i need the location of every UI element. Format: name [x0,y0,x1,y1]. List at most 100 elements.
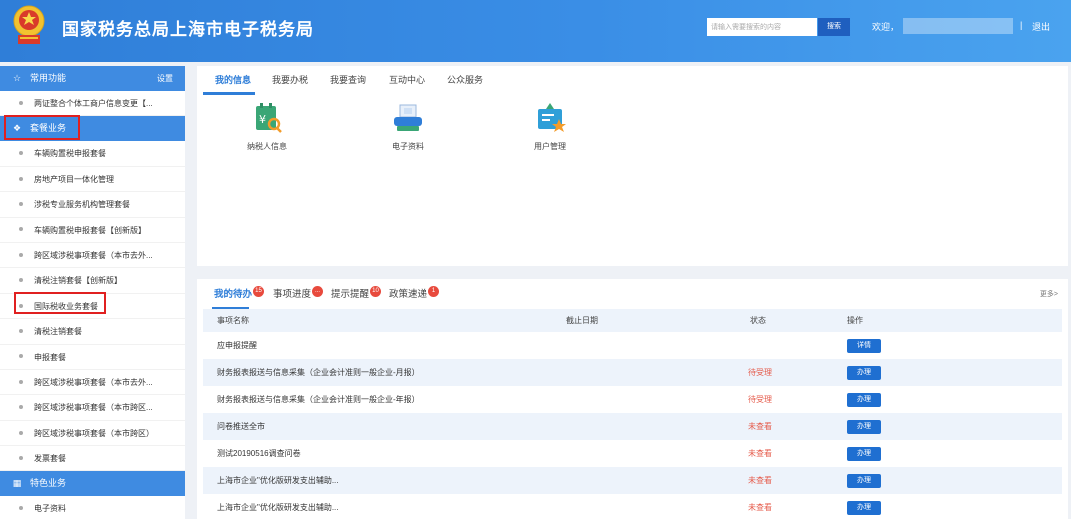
item-name: 上海市企业"优化版研发支出辅助... [217,503,339,512]
table-row: 测试20190516调查问卷 未查看 办理 [203,440,1062,467]
my-info-panel: 我的信息 我要办税 我要查询 互动中心 公众服务 ¥ 纳税人信息 电子资料 用户… [197,66,1068,266]
shortcut-user-management[interactable]: 用户管理 [510,103,590,152]
tab-policy[interactable]: 政策速递 1 [389,283,440,307]
table-row: 应申报提醒 详情 [203,332,1062,359]
shortcut-label: 纳税人信息 [247,142,287,151]
tab-label: 提示提醒 [331,289,370,300]
highlight-box-package [4,115,80,140]
item-status: 未查看 [748,476,772,485]
sidebar-item[interactable]: 申报套餐 [0,345,185,370]
bullet-icon [19,202,23,207]
handle-button[interactable]: 办理 [847,420,881,434]
tab-label: 事项进度 [273,289,312,300]
tab-reminders[interactable]: 提示提醒 10 [331,283,382,307]
sidebar-item-label: 跨区域涉税事项套餐（本市跨区） [34,428,154,438]
sidebar-item-label: 电子资料 [34,504,66,514]
active-tab-indicator [203,92,255,95]
item-name: 财务报表报送与信息采集（企业会计准则一般企业-月报） [217,368,420,377]
sidebar-group-label: 常用功能 [30,73,67,83]
user-management-icon [538,103,566,132]
item-status: 未查看 [748,422,772,431]
tab-tax-handling[interactable]: 我要办税 [272,66,308,95]
handle-button[interactable]: 办理 [847,501,881,515]
sidebar-group-featured[interactable]: ▦ 特色业务 [0,471,185,497]
bullet-icon [19,151,23,156]
sidebar-item[interactable]: 两证整合个体工商户信息变更【... [0,91,185,117]
bullet-icon [19,430,23,435]
sidebar-item-label: 跨区域涉税事项套餐（本市去外... [34,250,153,260]
item-name: 上海市企业"优化版研发支出辅助... [217,476,339,485]
bullet-icon [19,100,23,105]
count-badge: ... [312,286,324,297]
tab-my-info[interactable]: 我的信息 [215,66,251,95]
sidebar-item-label: 申报套餐 [34,352,66,362]
bullet-icon [19,379,23,384]
tab-my-todo[interactable]: 我的待办 15 [214,283,265,307]
item-name: 问卷推送全市 [217,422,265,431]
table-row: 财务报表报送与信息采集（企业会计准则一般企业-年报） 待受理 办理 [203,386,1062,413]
sidebar-item-label: 车辆购置税申报套餐 [34,149,106,159]
bullet-icon [19,405,23,410]
handle-button[interactable]: 办理 [847,393,881,407]
sidebar-item[interactable]: 房地产项目一体化管理 [0,167,185,193]
sidebar-item-label: 跨区域涉税事项套餐（本市去外... [34,377,153,387]
more-link[interactable]: 更多> [1040,289,1058,299]
handle-button[interactable]: 办理 [847,366,881,380]
bullet-icon [19,227,23,232]
search-input[interactable] [707,18,817,36]
sidebar-item[interactable]: 车辆购置税申报套餐 [0,141,185,167]
site-title: 国家税务总局上海市电子税务局 [62,20,314,39]
bullet-icon [19,455,23,460]
column-header: 操作 [847,316,863,325]
handle-button[interactable]: 办理 [847,447,881,461]
sidebar-item[interactable]: 跨区域涉税事项套餐（本市去外... [0,370,185,396]
sidebar-group-common[interactable]: ☆ 常用功能 设置 [0,66,185,91]
sidebar-item-label: 涉税专业服务机构管理套餐 [34,200,130,210]
tab-label: 政策速递 [389,289,428,300]
shortcut-taxpayer-info[interactable]: ¥ 纳税人信息 [227,103,307,152]
svg-text:¥: ¥ [259,113,266,126]
table-row: 上海市企业"优化版研发支出辅助... 未查看 办理 [203,467,1062,494]
electronic-docs-icon [394,104,422,131]
sidebar-item[interactable]: 涉税专业服务机构管理套餐 [0,192,185,218]
sidebar-item-label: 发票套餐 [34,454,66,464]
shortcut-electronic-docs[interactable]: 电子资料 [368,103,448,152]
sidebar-item[interactable]: 清税注销套餐【创新版】 [0,268,185,294]
tab-public-service[interactable]: 公众服务 [447,66,483,95]
welcome-text: 欢迎， [872,22,900,32]
item-name: 测试20190516调查问卷 [217,449,301,458]
sidebar-item[interactable]: 发票套餐 [0,446,185,472]
tab-interaction[interactable]: 互动中心 [389,66,425,95]
item-name: 应申报提醒 [217,341,257,350]
item-name: 财务报表报送与信息采集（企业会计准则一般企业-年报） [217,395,420,404]
tax-emblem-icon [13,5,45,44]
sidebar-item[interactable]: 车辆购置税申报套餐【创新版】 [0,218,185,243]
column-header: 状态 [750,316,766,325]
count-badge: 15 [253,286,265,297]
table-row: 问卷推送全市 未查看 办理 [203,413,1062,440]
tab-progress[interactable]: 事项进度... [273,283,324,307]
sidebar-item[interactable]: 跨区域涉税事项套餐（本市去外... [0,243,185,269]
item-status: 待受理 [748,368,772,377]
handle-button[interactable]: 办理 [847,474,881,488]
sidebar-item-label: 车辆购置税申报套餐【创新版】 [34,225,146,235]
shortcut-label: 电子资料 [392,142,424,151]
grid-icon: ▦ [12,478,22,489]
logout-link[interactable]: 退出 [1032,20,1050,33]
bullet-icon [19,252,23,257]
count-badge: 1 [428,286,440,297]
count-badge: 10 [370,286,382,297]
sidebar-item-label: 清税注销套餐【创新版】 [34,276,122,286]
details-button[interactable]: 详情 [847,339,881,353]
tab-query[interactable]: 我要查询 [330,66,366,95]
sidebar-item[interactable]: 电子资料 [0,496,185,519]
sidebar-item[interactable]: 跨区域涉税事项套餐（本市跨区... [0,395,185,421]
star-icon: ☆ [12,73,22,83]
sidebar-item[interactable]: 清税注销套餐 [0,319,185,345]
shortcut-label: 用户管理 [534,142,566,151]
sidebar-setting-link[interactable]: 设置 [157,66,173,91]
sidebar-item[interactable]: 跨区域涉税事项套餐（本市跨区） [0,421,185,447]
sidebar-item-label: 两证整合个体工商户信息变更【... [34,99,153,108]
search-button[interactable]: 搜索 [818,18,850,36]
column-header: 截止日期 [566,316,598,325]
